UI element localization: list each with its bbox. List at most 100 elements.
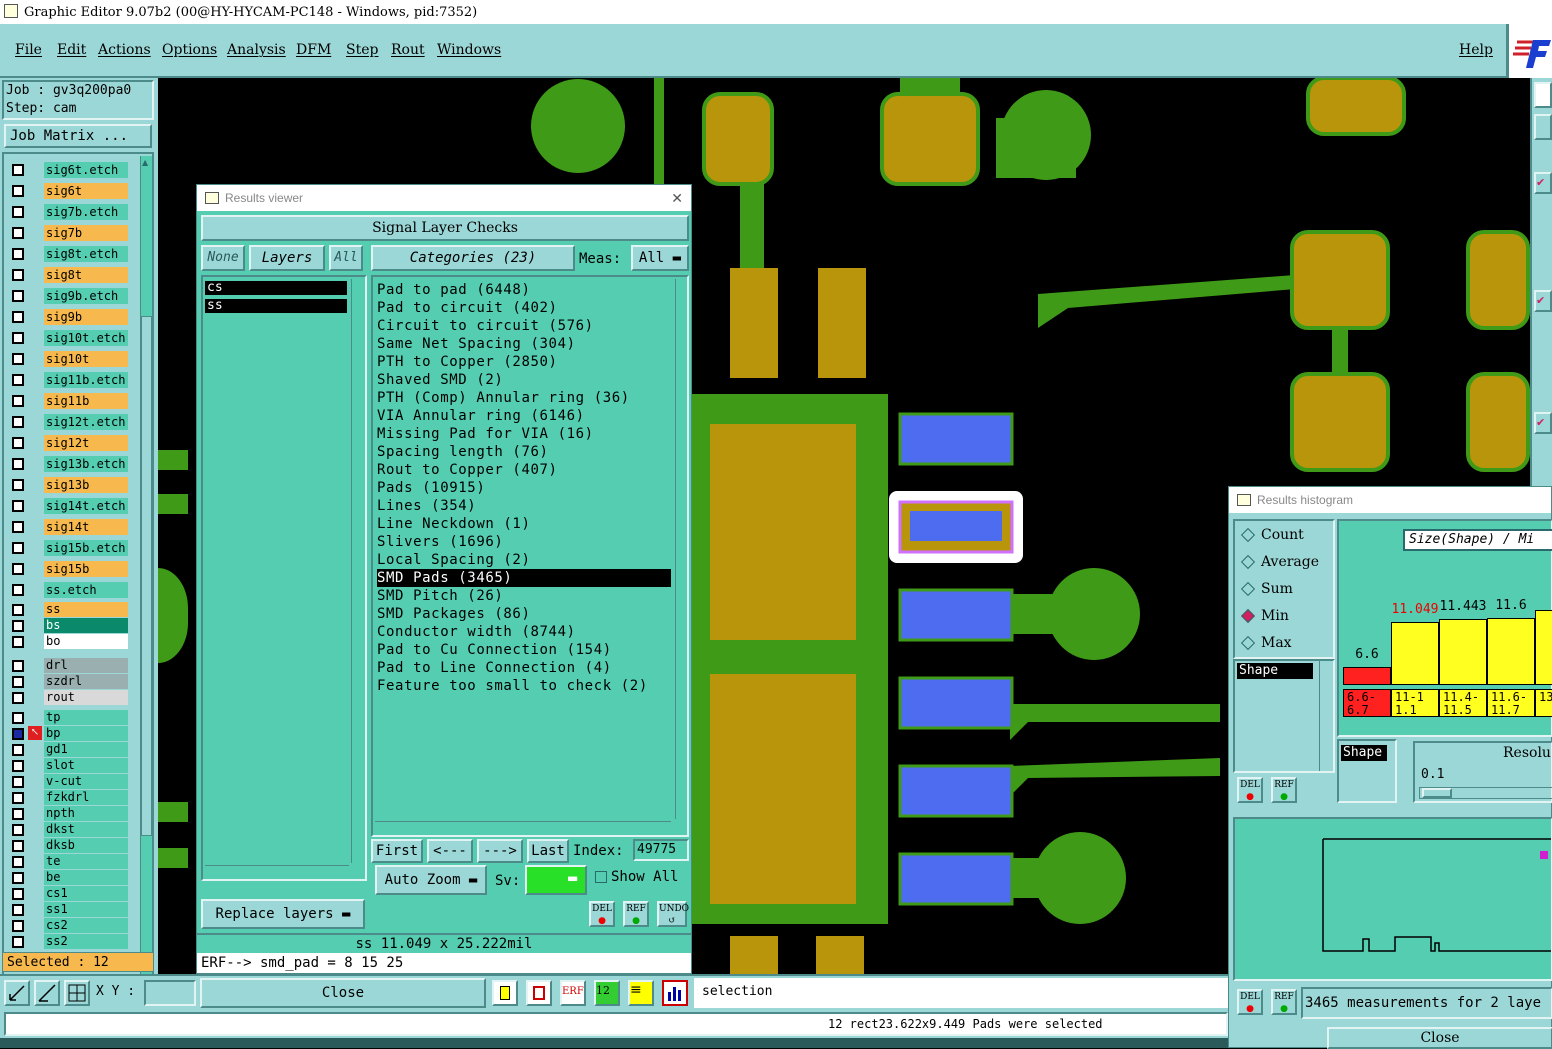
- menu-rout[interactable]: Rout: [391, 42, 425, 58]
- category-item[interactable]: Conductor width (8744): [377, 623, 576, 641]
- aggregate-option[interactable]: Min: [1239, 606, 1289, 626]
- layer-name[interactable]: sig8t: [44, 267, 128, 283]
- layer-name[interactable]: sig9b: [44, 309, 128, 325]
- layer-checkbox[interactable]: [12, 604, 24, 616]
- layer-checkbox[interactable]: [12, 164, 24, 176]
- category-item[interactable]: Circuit to circuit (576): [377, 317, 594, 335]
- category-item[interactable]: Rout to Copper (407): [377, 461, 558, 479]
- layer-row[interactable]: sig13b: [10, 477, 130, 493]
- layer-row[interactable]: sig8t: [10, 267, 130, 283]
- layer-row[interactable]: cs1: [10, 886, 130, 901]
- layer-row[interactable]: sig6t: [10, 183, 130, 199]
- layer-name[interactable]: sig7b.etch: [44, 204, 128, 220]
- layer-name[interactable]: bp: [44, 726, 128, 741]
- layer-checkbox[interactable]: [12, 856, 24, 868]
- layer-item-cs[interactable]: cs: [205, 281, 347, 295]
- layer-name[interactable]: sig10t: [44, 351, 128, 367]
- layer-row[interactable]: rout: [10, 690, 130, 705]
- layer-row[interactable]: slot: [10, 758, 130, 773]
- category-item[interactable]: PTH to Copper (2850): [377, 353, 558, 371]
- layer-checkbox[interactable]: [12, 353, 24, 365]
- layer-name[interactable]: fzkdrl: [44, 790, 128, 805]
- layer-item-ss[interactable]: ss: [205, 299, 347, 313]
- aggregate-option[interactable]: Average: [1239, 552, 1319, 572]
- category-item[interactable]: Spacing length (76): [377, 443, 549, 461]
- category-item[interactable]: Feature too small to check (2): [377, 677, 648, 695]
- resolution-slider-handle[interactable]: [1422, 788, 1452, 798]
- layer-row[interactable]: tp: [10, 710, 130, 725]
- layer-checkbox[interactable]: [12, 185, 24, 197]
- category-item[interactable]: Pad to circuit (402): [377, 299, 558, 317]
- layer-name[interactable]: te: [44, 854, 128, 869]
- tool-icon-4[interactable]: 12: [594, 980, 620, 1006]
- layer-name[interactable]: v-cut: [44, 774, 128, 789]
- del-button[interactable]: DEL ●: [589, 901, 615, 927]
- layer-name[interactable]: sig8t.etch: [44, 246, 128, 262]
- layer-name[interactable]: dksb: [44, 838, 128, 853]
- categories-scrollbar[interactable]: [675, 279, 687, 819]
- layer-row[interactable]: sig9b.etch: [10, 288, 130, 304]
- sv-color-dropdown[interactable]: ▬: [525, 865, 587, 895]
- layer-row[interactable]: sig11b: [10, 393, 130, 409]
- layer-name[interactable]: tp: [44, 710, 128, 725]
- layer-name[interactable]: rout: [44, 690, 128, 705]
- auto-zoom-dropdown[interactable]: Auto Zoom ▬: [375, 865, 487, 895]
- job-matrix-button[interactable]: Job Matrix ...: [4, 124, 152, 148]
- layer-name[interactable]: bs: [44, 618, 128, 633]
- layer-checkbox[interactable]: [12, 332, 24, 344]
- layer-name[interactable]: slot: [44, 758, 128, 773]
- replace-layers-dropdown[interactable]: Replace layers ▬: [201, 899, 365, 929]
- category-item[interactable]: Pads (10915): [377, 479, 485, 497]
- right-tool-2[interactable]: [1534, 114, 1552, 140]
- layer-row[interactable]: bo: [10, 634, 130, 649]
- layer-name[interactable]: sig12t: [44, 435, 128, 451]
- category-item[interactable]: Line Neckdown (1): [377, 515, 531, 533]
- layer-row[interactable]: sig7b: [10, 225, 130, 241]
- layer-name[interactable]: sig6t.etch: [44, 162, 128, 178]
- shape-list-scrollbar[interactable]: [1319, 661, 1331, 771]
- scrollbar-thumb[interactable]: [141, 316, 152, 836]
- layer-row[interactable]: sig10t: [10, 351, 130, 367]
- menu-edit[interactable]: Edit: [57, 42, 86, 58]
- category-item[interactable]: Slivers (1696): [377, 533, 503, 551]
- layer-checkbox[interactable]: [12, 936, 24, 948]
- layer-row[interactable]: ss: [10, 602, 130, 617]
- layer-name[interactable]: ss: [44, 602, 128, 617]
- layer-row[interactable]: sig13b.etch: [10, 456, 130, 472]
- layer-row[interactable]: sig10t.etch: [10, 330, 130, 346]
- grid-tool-icon[interactable]: [64, 980, 90, 1006]
- layer-checkbox[interactable]: [12, 620, 24, 632]
- menu-step[interactable]: Step: [346, 42, 378, 58]
- menu-options[interactable]: Options: [162, 42, 217, 58]
- layer-row[interactable]: ss.etch: [10, 582, 130, 598]
- layer-checkbox[interactable]: [12, 760, 24, 772]
- next-button[interactable]: --->: [477, 839, 523, 863]
- layer-name[interactable]: ss2: [44, 934, 128, 949]
- layer-row[interactable]: dksb: [10, 838, 130, 853]
- layer-name[interactable]: cs1: [44, 886, 128, 901]
- layer-name[interactable]: sig12t.etch: [44, 414, 128, 430]
- radio-diamond-icon[interactable]: [1240, 527, 1256, 543]
- right-tool-1[interactable]: [1534, 82, 1552, 108]
- layer-checkbox[interactable]: [12, 824, 24, 836]
- radio-diamond-icon[interactable]: [1240, 581, 1256, 597]
- layer-checkbox[interactable]: [12, 660, 24, 672]
- layer-name[interactable]: cs2: [44, 918, 128, 933]
- layers-button[interactable]: Layers: [249, 245, 325, 271]
- category-item[interactable]: VIA Annular ring (6146): [377, 407, 585, 425]
- layer-checkbox[interactable]: [12, 500, 24, 512]
- layer-checkbox[interactable]: [12, 521, 24, 533]
- layer-checkbox[interactable]: [12, 206, 24, 218]
- layer-checkbox[interactable]: [12, 479, 24, 491]
- categories-hscrollbar[interactable]: [375, 821, 671, 833]
- aggregate-option[interactable]: Sum: [1239, 579, 1293, 599]
- prev-button[interactable]: <---: [427, 839, 473, 863]
- layer-checkbox[interactable]: [12, 248, 24, 260]
- close-icon[interactable]: ✕: [671, 185, 683, 211]
- last-button[interactable]: Last: [527, 839, 569, 863]
- layer-row[interactable]: drl: [10, 658, 130, 673]
- radio-diamond-icon[interactable]: [1240, 608, 1256, 624]
- layer-name[interactable]: szdrl: [44, 674, 128, 689]
- layer-name[interactable]: sig10t.etch: [44, 330, 128, 346]
- category-item[interactable]: Shaved SMD (2): [377, 371, 503, 389]
